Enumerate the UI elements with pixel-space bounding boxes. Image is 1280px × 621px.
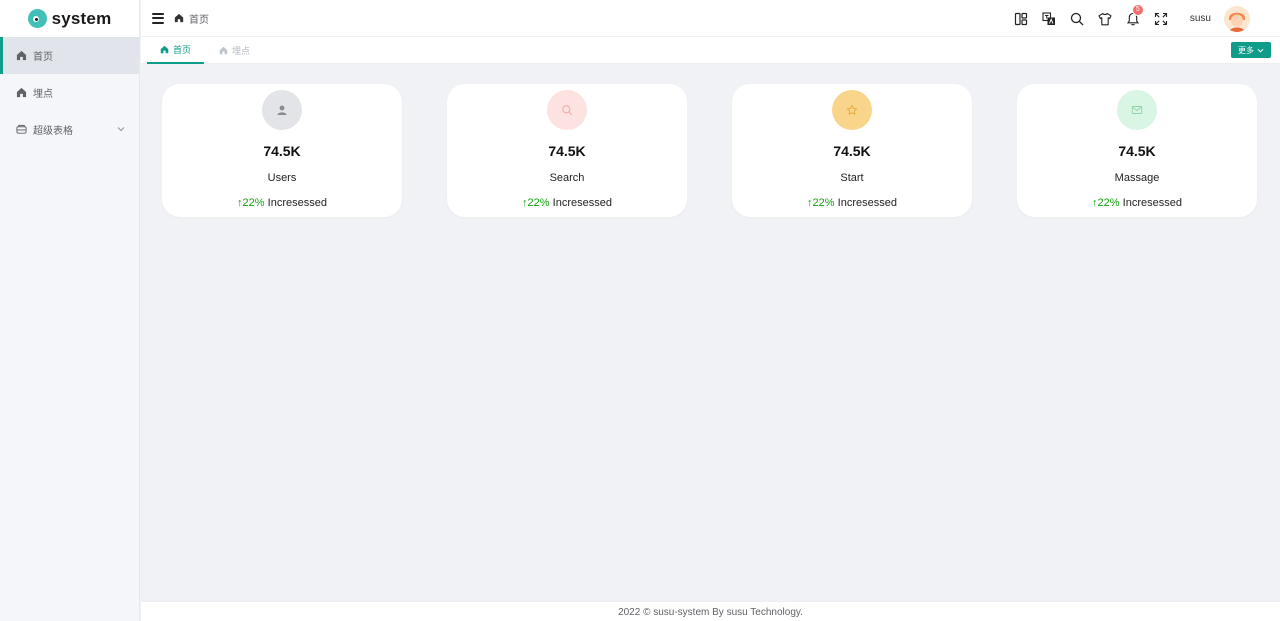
notification-badge: 5 xyxy=(1131,3,1144,16)
trend-text: Incresessed xyxy=(267,197,327,209)
sidebar-item-label: 首页 xyxy=(33,52,53,63)
username[interactable]: susu xyxy=(1190,13,1211,24)
stat-card-search[interactable]: 74.5K Search ↑22% Incresessed xyxy=(447,84,687,217)
sidebar-item-home[interactable]: 首页 xyxy=(0,37,139,74)
translate-icon[interactable] xyxy=(1042,11,1056,26)
footer: 2022 © susu-system By susu Technology. xyxy=(141,601,1280,621)
avatar[interactable] xyxy=(1224,5,1250,32)
stat-trend: ↑22% Incresessed xyxy=(447,197,687,209)
home-icon xyxy=(16,87,27,98)
stat-value: 74.5K xyxy=(263,143,301,159)
sidebar-item-tracking[interactable]: 埋点 xyxy=(0,74,139,111)
tab-label: 首页 xyxy=(173,45,192,55)
table-icon xyxy=(16,124,27,135)
trend-percent: 22% xyxy=(527,197,550,209)
app-name: system xyxy=(51,8,112,28)
stat-trend: ↑22% Incresessed xyxy=(162,197,402,209)
home-icon xyxy=(219,46,228,55)
tab-home[interactable]: 首页 xyxy=(147,37,205,64)
breadcrumb-item[interactable]: 首页 xyxy=(189,11,209,26)
stat-trend: ↑22% Incresessed xyxy=(732,197,972,209)
bell-icon[interactable]: 5 xyxy=(1126,3,1144,26)
trend-text: Incresessed xyxy=(552,197,612,209)
menu-toggle-icon[interactable] xyxy=(152,12,164,24)
star-icon xyxy=(832,90,872,130)
trend-percent: 22% xyxy=(242,197,265,209)
search-icon[interactable] xyxy=(1070,12,1084,26)
more-button[interactable]: 更多 xyxy=(1231,42,1271,58)
layout-icon[interactable] xyxy=(1014,12,1028,26)
tab-label: 埋点 xyxy=(232,46,251,56)
home-icon xyxy=(16,50,27,61)
sidebar-item-label: 超级表格 xyxy=(33,126,73,137)
trend-percent: 22% xyxy=(812,197,835,209)
user-icon xyxy=(262,90,302,130)
sidebar: system 首页 埋点 超级表格 xyxy=(0,0,140,621)
stat-label: Search xyxy=(549,172,585,184)
home-icon xyxy=(174,13,184,23)
mail-icon xyxy=(1117,90,1157,130)
stat-value: 74.5K xyxy=(1118,143,1156,159)
chevron-down-icon xyxy=(117,125,125,133)
stat-label: Massage xyxy=(1114,172,1160,184)
logo[interactable]: system xyxy=(0,0,139,37)
search-icon xyxy=(547,90,587,130)
footer-text: 2022 © susu-system By susu Technology. xyxy=(618,607,803,618)
logo-icon xyxy=(27,9,47,28)
stat-card-users[interactable]: 74.5K Users ↑22% Incresessed xyxy=(162,84,402,217)
more-button-label: 更多 xyxy=(1238,45,1254,55)
stat-card-massage[interactable]: 74.5K Massage ↑22% Incresessed xyxy=(1017,84,1257,217)
tab-bar: 首页 埋点 更多 xyxy=(141,37,1280,64)
home-icon xyxy=(160,45,169,54)
theme-shirt-icon[interactable] xyxy=(1098,12,1112,26)
stat-card-start[interactable]: 74.5K Start ↑22% Incresessed xyxy=(732,84,972,217)
top-header: 首页 5 susu xyxy=(141,0,1280,37)
breadcrumb: 首页 xyxy=(174,11,209,26)
fullscreen-icon[interactable] xyxy=(1154,12,1168,26)
header-actions: 5 susu xyxy=(1000,0,1280,37)
stat-value: 74.5K xyxy=(833,143,871,159)
stat-value: 74.5K xyxy=(548,143,586,159)
trend-text: Incresessed xyxy=(1122,197,1182,209)
stat-label: Start xyxy=(840,172,864,184)
stat-trend: ↑22% Incresessed xyxy=(1017,197,1257,209)
sidebar-item-label: 埋点 xyxy=(33,89,53,100)
sidebar-item-super-table[interactable]: 超级表格 xyxy=(0,111,139,148)
trend-percent: 22% xyxy=(1097,197,1120,209)
chevron-down-icon xyxy=(1257,48,1264,52)
tab-tracking[interactable]: 埋点 xyxy=(206,37,263,64)
trend-text: Incresessed xyxy=(837,197,897,209)
stat-label: Users xyxy=(267,172,297,184)
